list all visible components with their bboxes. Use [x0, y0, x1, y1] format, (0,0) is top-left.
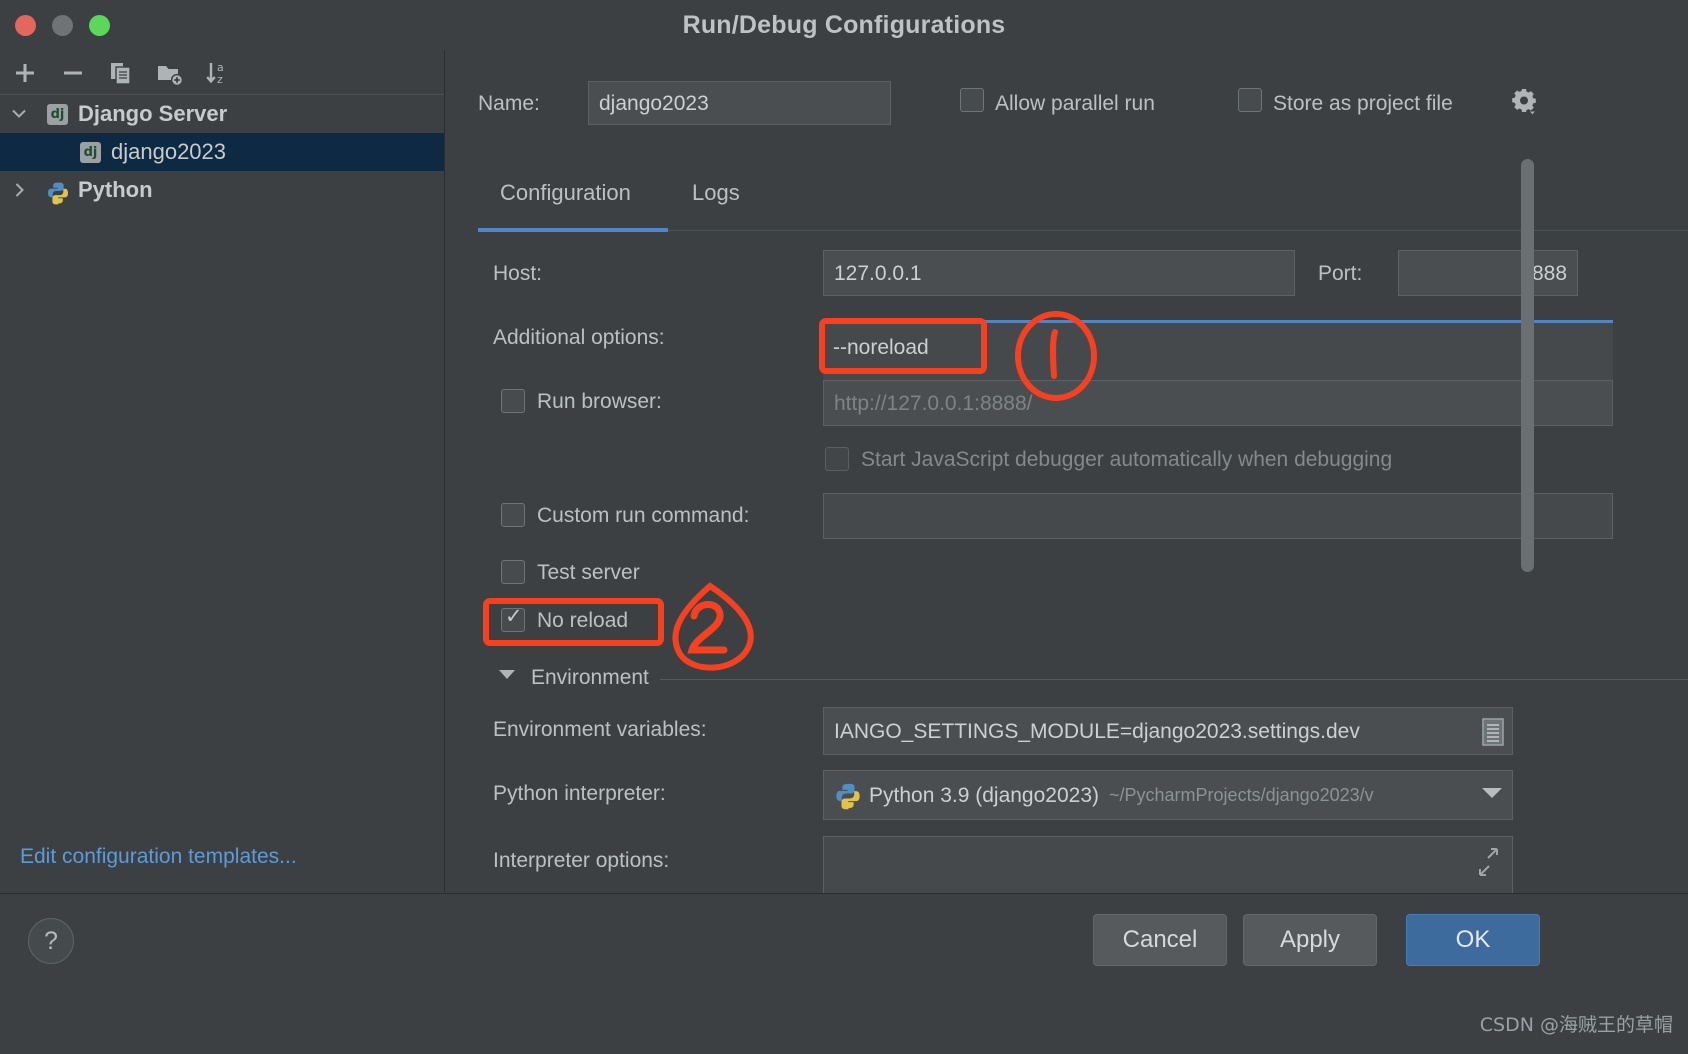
sidebar-toolbar: a z — [0, 50, 444, 95]
chevron-down-icon[interactable] — [1481, 786, 1503, 805]
add-configuration-icon[interactable] — [10, 58, 40, 88]
title-bar: Run/Debug Configurations — [0, 0, 1688, 51]
allow-parallel-run-label[interactable]: Allow parallel run — [995, 92, 1155, 116]
copy-configuration-icon[interactable] — [106, 58, 136, 88]
test-server-checkbox[interactable] — [501, 560, 525, 584]
expand-editor-icon[interactable] — [1475, 845, 1501, 884]
store-as-project-file-checkbox[interactable] — [1238, 88, 1262, 112]
edit-configuration-templates-link[interactable]: Edit configuration templates... — [20, 845, 297, 869]
environment-variables-label: Environment variables: — [493, 718, 707, 742]
chevron-right-icon[interactable] — [8, 171, 30, 209]
host-label: Host: — [493, 262, 542, 286]
port-input[interactable]: 8888 — [1398, 250, 1578, 296]
help-button[interactable]: ? — [28, 918, 74, 964]
sort-alphabetically-icon[interactable]: a z — [202, 58, 232, 88]
interpreter-options-input[interactable] — [823, 836, 1513, 894]
ok-button[interactable]: OK — [1406, 914, 1540, 966]
django-badge-icon: dj — [47, 104, 68, 125]
port-label: Port: — [1318, 262, 1362, 286]
allow-parallel-run-checkbox[interactable] — [960, 88, 984, 112]
tree-item-label: django2023 — [111, 133, 226, 171]
python-icon — [46, 179, 70, 217]
interpreter-options-label: Interpreter options: — [493, 849, 669, 873]
window-title: Run/Debug Configurations — [0, 0, 1688, 50]
tab-configuration[interactable]: Configuration — [500, 180, 631, 206]
text-caret — [983, 337, 985, 365]
watermark: CSDN @海贼王的草帽 — [1480, 1010, 1673, 1037]
python-interpreter-select[interactable]: Python 3.9 (django2023) ~/PycharmProject… — [823, 770, 1513, 820]
form-scrollbar-thumb[interactable] — [1521, 159, 1534, 572]
tree-item-label: Python — [78, 171, 153, 209]
name-label: Name: — [478, 92, 540, 116]
store-as-project-file-label[interactable]: Store as project file — [1273, 92, 1453, 116]
python-interpreter-label: Python interpreter: — [493, 782, 666, 806]
environment-divider — [660, 679, 1688, 680]
cancel-button[interactable]: Cancel — [1093, 914, 1227, 966]
start-js-debugger-label[interactable]: Start JavaScript debugger automatically … — [861, 448, 1392, 472]
run-debug-configurations-dialog: Run/Debug Configurations — [0, 0, 1688, 1054]
custom-run-command-checkbox[interactable] — [501, 503, 525, 527]
start-js-debugger-checkbox[interactable] — [825, 447, 849, 471]
new-folder-icon[interactable] — [154, 58, 184, 88]
environment-section-label[interactable]: Environment — [531, 666, 649, 690]
tree-item-django2023[interactable]: dj django2023 — [0, 133, 444, 171]
tree-item-python[interactable]: Python — [0, 171, 444, 209]
svg-text:z: z — [217, 73, 223, 86]
run-browser-checkbox[interactable] — [501, 389, 525, 413]
no-reload-checkbox[interactable] — [501, 608, 525, 632]
chevron-down-icon[interactable] — [499, 670, 515, 679]
python-interpreter-path: ~/PycharmProjects/django2023/v — [1109, 786, 1374, 804]
custom-run-command-label[interactable]: Custom run command: — [537, 504, 749, 528]
additional-options-label: Additional options: — [493, 326, 665, 350]
gear-icon[interactable] — [1509, 88, 1541, 123]
host-input[interactable]: 127.0.0.1 — [823, 250, 1295, 296]
python-icon — [834, 782, 862, 814]
configuration-form: Name: django2023 Allow parallel run Stor… — [445, 50, 1688, 892]
no-reload-label[interactable]: No reload — [537, 609, 628, 633]
dialog-footer: ? Cancel Apply OK CSDN @海贼王的草帽 — [0, 893, 1688, 1054]
configurations-tree: dj Django Server dj django2023 Python — [0, 95, 444, 209]
custom-run-command-input[interactable] — [823, 493, 1613, 539]
active-tab-indicator — [478, 228, 668, 232]
test-server-label[interactable]: Test server — [537, 561, 640, 585]
run-browser-url-input[interactable]: http://127.0.0.1:8888/ — [823, 380, 1613, 426]
environment-variables-input[interactable]: IANGO_SETTINGS_MODULE=django2023.setting… — [823, 707, 1513, 755]
remove-configuration-icon[interactable] — [58, 58, 88, 88]
configurations-sidebar: a z dj Django Server dj django2023 — [0, 50, 445, 892]
name-input[interactable]: django2023 — [588, 81, 891, 125]
form-scrollbar-track[interactable] — [1518, 155, 1536, 580]
apply-button[interactable]: Apply — [1243, 914, 1377, 966]
django-badge-icon: dj — [80, 142, 101, 163]
tab-logs[interactable]: Logs — [692, 180, 740, 206]
tree-item-label: Django Server — [78, 95, 227, 133]
tree-item-django-server[interactable]: dj Django Server — [0, 95, 444, 133]
run-browser-label[interactable]: Run browser: — [537, 390, 662, 414]
edit-environment-variables-icon[interactable] — [1481, 718, 1505, 751]
python-interpreter-value: Python 3.9 (django2023) — [869, 785, 1099, 806]
chevron-down-icon[interactable] — [8, 95, 30, 133]
